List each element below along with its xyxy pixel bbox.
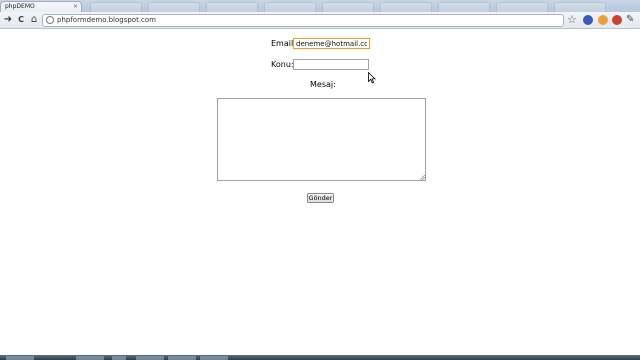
address-bar-url[interactable]: phpformdemo.blogspot.com xyxy=(57,15,156,26)
wrench-icon[interactable]: ✎ xyxy=(626,13,634,26)
extension-icon[interactable] xyxy=(583,15,593,25)
taskbar-item[interactable] xyxy=(136,356,164,360)
browser-window: phpDEMO × ➜ C ⌂ phpformdemo.blogspot.com… xyxy=(0,0,640,360)
tab-strip: phpDEMO × xyxy=(0,0,640,12)
taskbar-item[interactable] xyxy=(112,356,126,360)
submit-button[interactable]: Gönder xyxy=(307,193,334,203)
taskbar xyxy=(0,355,640,360)
tab-active[interactable]: phpDEMO × xyxy=(0,1,82,12)
address-bar[interactable]: phpformdemo.blogspot.com xyxy=(42,14,564,27)
background-tab[interactable] xyxy=(380,2,432,12)
mouse-cursor-icon xyxy=(368,72,376,84)
page-icon xyxy=(46,16,54,24)
message-label: Mesaj: xyxy=(310,80,336,89)
background-tab[interactable] xyxy=(264,2,316,12)
background-tabs xyxy=(90,2,640,12)
background-tab[interactable] xyxy=(322,2,374,12)
background-tab[interactable] xyxy=(90,2,142,12)
subject-field[interactable] xyxy=(293,59,369,70)
extension-icon[interactable] xyxy=(598,15,608,25)
taskbar-item[interactable] xyxy=(76,356,104,360)
email-field[interactable] xyxy=(293,38,370,49)
browser-toolbar: ➜ C ⌂ phpformdemo.blogspot.com ☆ ✎ xyxy=(0,12,640,29)
home-icon[interactable]: ⌂ xyxy=(28,14,40,26)
reload-icon[interactable]: C xyxy=(15,14,27,26)
taskbar-item[interactable] xyxy=(6,356,34,360)
background-tab[interactable] xyxy=(148,2,200,12)
tab-close-icon[interactable]: × xyxy=(73,2,78,12)
subject-label: Konu: xyxy=(271,60,294,69)
message-textarea[interactable] xyxy=(217,98,426,181)
page-content: Email: Konu: Mesaj: Gönder xyxy=(0,30,640,355)
star-icon[interactable]: ☆ xyxy=(567,13,577,26)
background-tab[interactable] xyxy=(438,2,490,12)
background-tab[interactable] xyxy=(206,2,258,12)
back-icon[interactable]: ➜ xyxy=(2,14,14,26)
resize-grip-icon[interactable] xyxy=(420,175,425,180)
background-tab[interactable] xyxy=(554,2,606,12)
extension-icon[interactable] xyxy=(612,15,622,25)
tab-title: phpDEMO xyxy=(5,3,35,10)
taskbar-item[interactable] xyxy=(168,356,196,360)
background-tab[interactable] xyxy=(496,2,548,12)
taskbar-item[interactable] xyxy=(200,356,228,360)
